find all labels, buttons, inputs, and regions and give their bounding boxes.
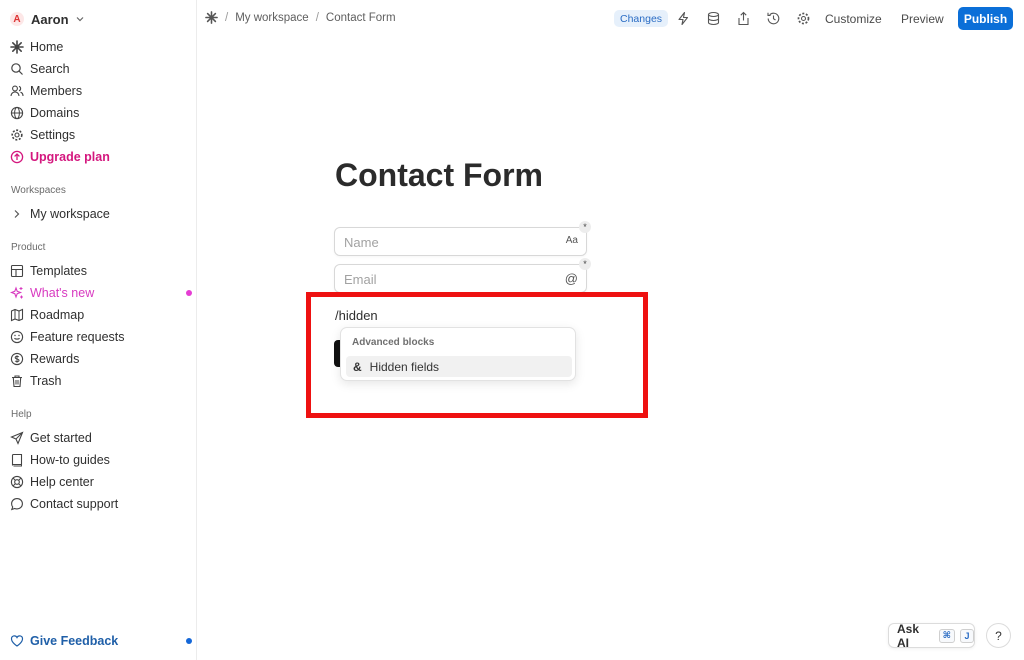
customize-button[interactable]: Customize <box>825 12 882 26</box>
sidebar-item-search[interactable]: Search <box>10 59 188 79</box>
members-icon <box>10 85 24 97</box>
sidebar-item-label: Members <box>30 84 83 98</box>
topbar: / My workspace / Contact Form Changes Cu… <box>197 0 1024 38</box>
search-icon <box>11 63 23 75</box>
sidebar-item-whats-new[interactable]: What's new <box>10 283 192 303</box>
ask-ai-label: Ask AI <box>897 621 920 650</box>
settings-gear-icon[interactable] <box>796 11 811 26</box>
sidebar-item-get-started[interactable]: Get started <box>10 428 188 448</box>
j-key: J <box>960 628 974 643</box>
section-label-product: Product <box>11 242 46 253</box>
required-badge[interactable]: * <box>579 258 591 270</box>
give-feedback-label: Give Feedback <box>30 634 119 648</box>
sidebar-item-label: Help center <box>30 475 94 489</box>
database-icon[interactable] <box>706 11 721 26</box>
sidebar-item-feature-requests[interactable]: Feature requests <box>10 327 188 347</box>
sidebar-item-label: Roadmap <box>30 308 85 322</box>
book-icon <box>11 453 23 467</box>
user-menu[interactable]: A Aaron <box>10 9 84 29</box>
sidebar-item-label: Upgrade plan <box>30 150 110 164</box>
email-field[interactable]: Email @ * <box>334 258 591 293</box>
section-label-workspaces: Workspaces <box>11 185 66 196</box>
text-type-icon: Aa <box>565 235 578 246</box>
history-icon[interactable] <box>766 11 781 26</box>
heart-icon <box>10 635 24 647</box>
sidebar-item-label: Templates <box>30 264 87 278</box>
send-icon <box>10 431 24 445</box>
breadcrumb: / My workspace / Contact Form <box>205 11 396 24</box>
sidebar-item-label: Contact support <box>30 497 119 511</box>
sidebar-item-domains[interactable]: Domains <box>10 103 188 123</box>
give-feedback-button[interactable]: Give Feedback <box>10 631 192 651</box>
sidebar-item-label: Rewards <box>30 352 80 366</box>
chat-icon <box>10 498 23 511</box>
sidebar-item-trash[interactable]: Trash <box>10 371 188 391</box>
map-icon <box>10 308 24 322</box>
share-icon[interactable] <box>736 11 751 26</box>
sidebar-item-how-to-guides[interactable]: How-to guides <box>10 450 188 470</box>
breadcrumb-separator: / <box>315 11 319 24</box>
required-badge[interactable]: * <box>579 221 591 233</box>
changes-badge[interactable]: Changes <box>614 10 669 27</box>
sidebar: A Aaron Home Search Members Domains Sett… <box>0 0 197 660</box>
sidebar-item-label: Trash <box>30 374 62 388</box>
upgrade-icon <box>10 150 24 164</box>
sidebar-item-home[interactable]: Home <box>10 37 188 57</box>
sidebar-item-label: Get started <box>30 431 92 445</box>
at-icon: @ <box>564 271 578 286</box>
workspace-logo-icon[interactable] <box>205 11 218 24</box>
app-root: A Aaron Home Search Members Domains Sett… <box>0 0 1024 660</box>
preview-button[interactable]: Preview <box>901 12 944 26</box>
sidebar-item-label: Home <box>30 40 64 54</box>
ask-ai-button[interactable]: Ask AI ⌘ J <box>888 621 975 650</box>
highlight-box <box>306 292 648 418</box>
name-placeholder: Name <box>344 235 379 250</box>
email-placeholder: Email <box>344 272 377 287</box>
sidebar-item-my-workspace[interactable]: My workspace <box>10 204 188 224</box>
gear-icon <box>11 129 23 141</box>
sidebar-item-help-center[interactable]: Help center <box>10 472 188 492</box>
sidebar-item-templates[interactable]: Templates <box>10 261 188 281</box>
section-label-help: Help <box>11 409 32 420</box>
name-field[interactable]: Name Aa * <box>334 221 591 256</box>
breadcrumb-workspace[interactable]: My workspace <box>235 12 309 24</box>
command-key: ⌘ <box>938 628 955 643</box>
sidebar-item-label: Settings <box>30 128 76 142</box>
sidebar-item-label: Domains <box>30 106 80 120</box>
sparkle-icon <box>10 286 23 299</box>
lifebuoy-icon <box>10 475 24 489</box>
breadcrumb-form[interactable]: Contact Form <box>326 12 396 24</box>
sidebar-item-label: My workspace <box>30 207 110 221</box>
sidebar-item-members[interactable]: Members <box>10 81 188 101</box>
chevron-right-icon <box>14 210 20 218</box>
sidebar-item-upgrade-plan[interactable]: Upgrade plan <box>10 147 188 167</box>
sidebar-item-roadmap[interactable]: Roadmap <box>10 305 188 325</box>
home-icon <box>10 40 24 54</box>
help-button[interactable]: ? <box>986 623 1011 648</box>
sidebar-item-label: Search <box>30 62 70 76</box>
publish-button[interactable]: Publish <box>958 7 1013 30</box>
lightning-icon[interactable] <box>676 11 691 26</box>
user-name: Aaron <box>31 11 69 27</box>
notification-dot <box>186 290 192 296</box>
sidebar-item-label: Feature requests <box>30 330 125 344</box>
smile-icon <box>10 330 24 344</box>
templates-icon <box>10 264 24 278</box>
notification-dot <box>186 638 192 644</box>
trash-icon <box>12 375 22 388</box>
sidebar-item-label: What's new <box>30 286 95 300</box>
form-title[interactable]: Contact Form <box>335 157 543 194</box>
sidebar-item-contact-support[interactable]: Contact support <box>10 494 188 514</box>
globe-icon <box>10 106 24 120</box>
dollar-icon <box>10 352 24 366</box>
breadcrumb-separator: / <box>225 11 229 24</box>
sidebar-item-settings[interactable]: Settings <box>10 125 188 145</box>
avatar: A <box>10 12 24 26</box>
sidebar-item-label: How-to guides <box>30 453 110 467</box>
chevron-down-icon <box>76 17 83 22</box>
sidebar-item-rewards[interactable]: Rewards <box>10 349 188 369</box>
